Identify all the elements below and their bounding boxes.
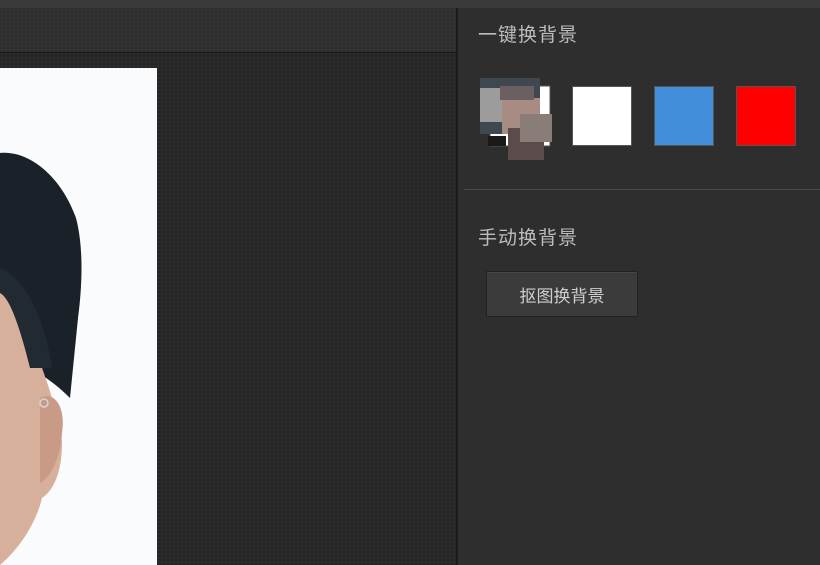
editor-canvas[interactable] — [0, 8, 456, 565]
manual-background-title: 手动换背景 — [478, 227, 579, 249]
blue-background-swatch[interactable] — [654, 86, 714, 146]
red-background-swatch[interactable] — [736, 86, 796, 146]
auto-background-title: 一键换背景 — [478, 24, 579, 46]
canvas-toolbar — [0, 8, 456, 53]
portrait-image — [0, 152, 82, 565]
cutout-background-button[interactable]: 抠图换背景 — [486, 271, 638, 317]
background-panel: 一键换背景 手动换背景 抠图换背景 — [458, 8, 820, 565]
white-background-swatch[interactable] — [572, 86, 632, 146]
original-background-swatch[interactable] — [480, 78, 554, 162]
photo-preview[interactable] — [0, 68, 157, 565]
section-divider — [464, 189, 820, 190]
original-photo-thumbnail-icon — [480, 78, 552, 160]
